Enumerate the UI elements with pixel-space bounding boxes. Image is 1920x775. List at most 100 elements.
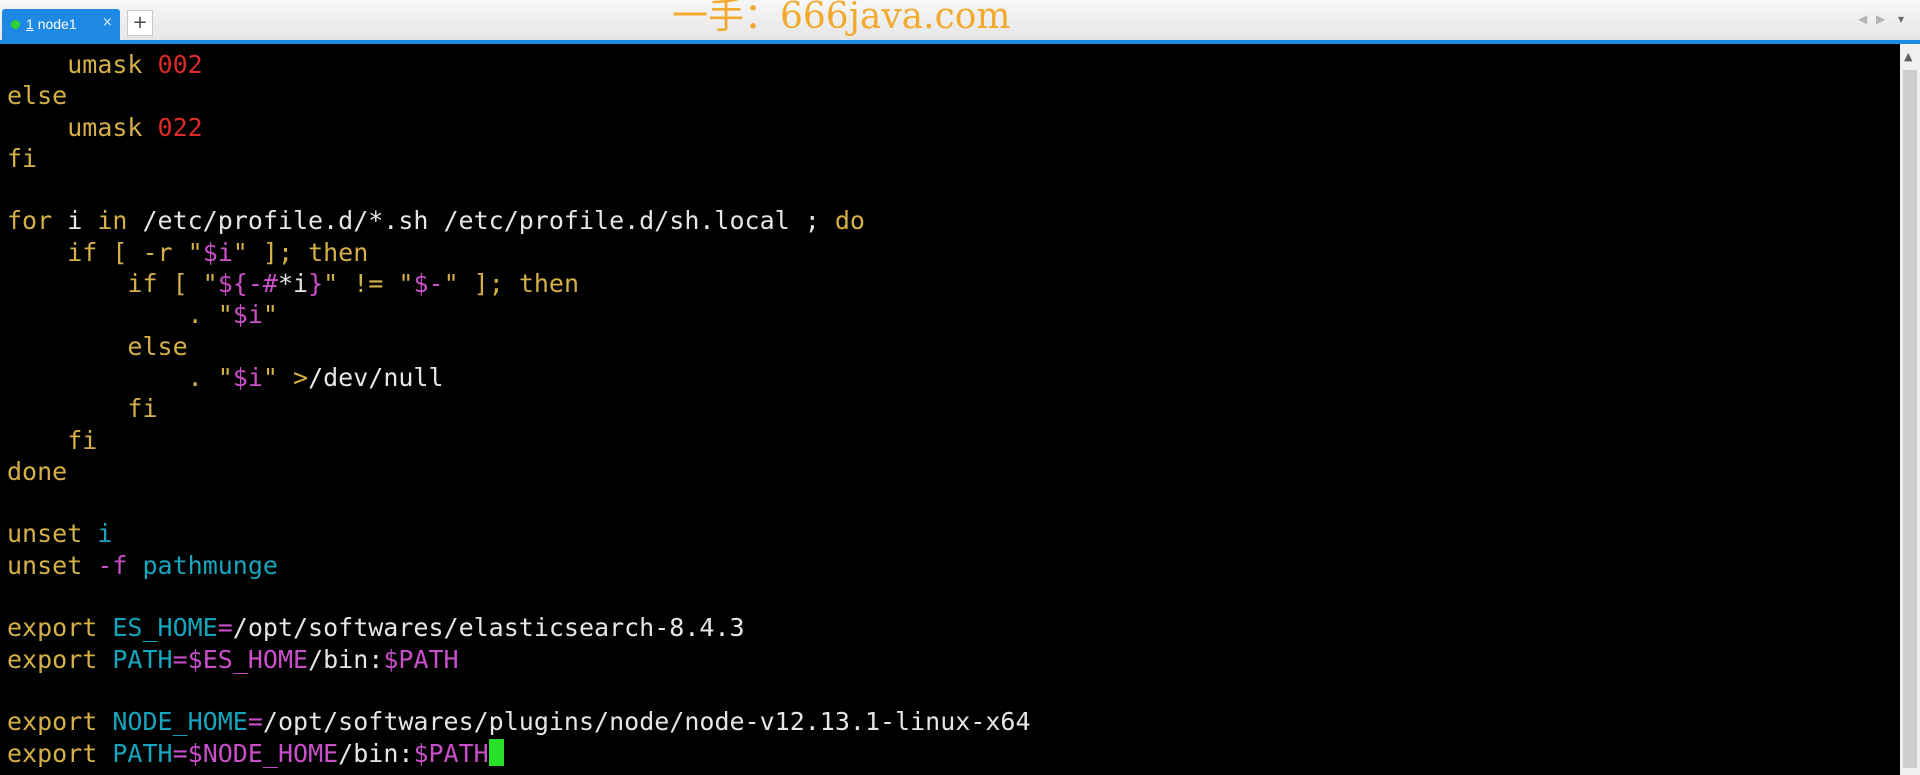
terminal-token: -f	[97, 550, 128, 580]
terminal-token: unset	[7, 550, 83, 580]
terminal-token: [ -r "	[97, 237, 203, 267]
terminal-token: else	[7, 81, 68, 111]
terminal-token: unset	[7, 519, 83, 549]
terminal-token: /bin:	[338, 738, 414, 768]
terminal-line: else	[7, 331, 1900, 362]
terminal-token: for	[7, 206, 53, 236]
terminal-token: export	[7, 738, 98, 768]
terminal-line: export ES_HOME=/opt/softwares/elasticsea…	[7, 612, 1900, 643]
terminal-token: fi	[67, 425, 98, 455]
terminal-token: $ES_HOME	[187, 644, 309, 674]
terminal-token: $i	[232, 362, 263, 392]
scroll-up-arrow-icon[interactable]: ▲	[1904, 50, 1912, 63]
terminal-token: $PATH	[413, 738, 489, 768]
terminal-token: NODE_HOME	[112, 707, 248, 737]
terminal-token: $i	[202, 237, 233, 267]
terminal-token: else	[127, 331, 188, 361]
terminal-token: >	[293, 362, 309, 392]
terminal-line: fi	[7, 425, 1900, 456]
terminal-text: umask 002 else umask 022 fi for i in /etc/p…	[0, 44, 1900, 769]
connection-status-icon	[11, 20, 20, 29]
terminal-token: *i	[277, 269, 309, 299]
terminal-token: . "	[187, 300, 233, 330]
terminal-token: PATH	[112, 738, 173, 768]
terminal-token: $i	[232, 300, 263, 330]
terminal-line: fi	[7, 143, 1900, 174]
terminal-token: =	[172, 738, 188, 768]
terminal-token: " ];	[443, 269, 519, 299]
terminal-line: if [ -r "$i" ]; then	[7, 237, 1900, 268]
terminal-token: . "	[187, 362, 233, 392]
terminal-line: umask 002	[7, 49, 1900, 80]
terminal-token: [ "	[157, 269, 218, 299]
tab-close-icon[interactable]: ×	[102, 15, 113, 31]
terminal-token: i	[97, 519, 113, 549]
terminal-line: unset -f pathmunge	[7, 550, 1900, 581]
terminal-line: . "$i"	[7, 299, 1900, 330]
terminal-line: done	[7, 456, 1900, 487]
terminal-line: . "$i" >/dev/null	[7, 362, 1900, 393]
terminal-output[interactable]: umask 002 else umask 022 fi for i in /etc/p…	[0, 44, 1900, 775]
terminal-token: $PATH	[383, 644, 459, 674]
terminal-line: if [ "${-#*i}" != "$-" ]; then	[7, 268, 1900, 299]
new-tab-button[interactable]: +	[127, 10, 153, 36]
terminal-token: $NODE_HOME	[187, 738, 339, 768]
terminal-token: ${-#	[217, 269, 278, 299]
terminal-token: /bin:	[308, 644, 384, 674]
terminal-token: $-	[413, 269, 444, 299]
terminal-line: for i in /etc/profile.d/*.sh /etc/profil…	[7, 205, 1900, 236]
terminal-token: /dev/null	[308, 362, 444, 392]
tab-scroll-left-icon[interactable]: ◀	[1858, 12, 1867, 26]
terminal-token: PATH	[112, 644, 173, 674]
terminal-line: export PATH=$ES_HOME/bin:$PATH	[7, 644, 1900, 675]
terminal-token: export	[7, 707, 98, 737]
terminal-line: umask 022	[7, 112, 1900, 143]
terminal-line: export NODE_HOME=/opt/softwares/plugins/…	[7, 706, 1900, 737]
terminal-token: export	[7, 644, 98, 674]
scrollbar-thumb[interactable]	[1903, 70, 1917, 768]
tab-list-dropdown-icon[interactable]: ▾	[1898, 12, 1904, 26]
terminal-token: do	[834, 206, 865, 236]
terminal-token: 002	[157, 50, 203, 79]
terminal-token: then	[308, 237, 369, 267]
terminal-token: if	[127, 269, 158, 299]
tab-bar: 1 node1 × + 一手：666java.com ◀ ▶ ▾	[0, 0, 1920, 41]
terminal-token: /opt/softwares/plugins/node/node-v12.13.…	[262, 707, 1031, 737]
text-cursor	[488, 738, 504, 766]
terminal-line: else	[7, 80, 1900, 111]
terminal-line: export PATH=$NODE_HOME/bin:$PATH	[7, 738, 1900, 769]
terminal-line: fi	[7, 393, 1900, 424]
vertical-scrollbar[interactable]: ▲	[1900, 44, 1920, 775]
terminal-token: =	[217, 613, 233, 643]
tab-scroll-right-icon[interactable]: ▶	[1876, 12, 1885, 26]
tab-node1[interactable]: 1 node1 ×	[2, 9, 120, 40]
tab-number: 1	[26, 16, 34, 32]
terminal-token: " != "	[323, 269, 414, 299]
tab-name: node1	[37, 16, 77, 32]
terminal-token: "	[262, 362, 293, 392]
tab-label: 1 node1	[26, 16, 77, 32]
terminal-token: /etc/profile.d/*.sh /etc/profile.d/sh.lo…	[127, 206, 835, 236]
terminal-window: 1 node1 × + 一手：666java.com ◀ ▶ ▾ umask 0…	[0, 0, 1920, 775]
terminal-token: umask	[67, 50, 143, 79]
terminal-token: fi	[127, 394, 158, 424]
terminal-token: ES_HOME	[112, 613, 218, 643]
terminal-token: umask	[67, 112, 143, 142]
